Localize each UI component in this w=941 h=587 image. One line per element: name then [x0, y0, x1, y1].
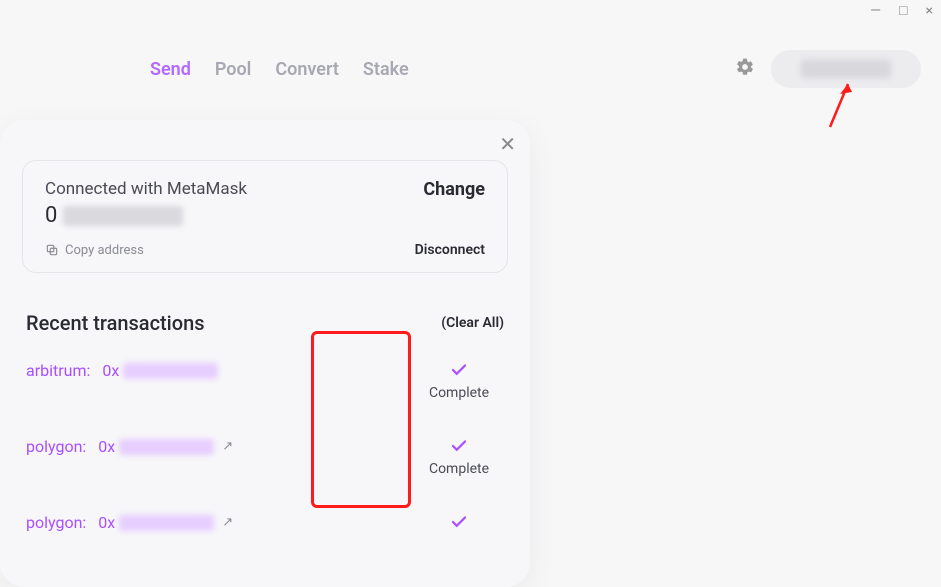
- tx-status: [414, 513, 504, 537]
- tx-hash-redacted: [119, 515, 214, 531]
- account-label-redacted: [801, 60, 891, 78]
- account-pill[interactable]: [771, 50, 921, 88]
- transaction-link[interactable]: arbitrum: 0x: [26, 361, 218, 380]
- main-nav: Send Pool Convert Stake: [150, 59, 409, 80]
- tx-network: arbitrum:: [26, 361, 90, 380]
- tx-status: Complete: [414, 437, 504, 477]
- top-bar: Send Pool Convert Stake: [0, 50, 941, 88]
- close-window-button[interactable]: ×: [926, 4, 933, 18]
- transaction-list: arbitrum: 0x Complete polygon: 0x ↗ Comp…: [22, 361, 508, 587]
- account-modal: ✕ Connected with MetaMask 0 Change Copy …: [0, 120, 530, 587]
- nav-convert[interactable]: Convert: [275, 59, 339, 80]
- tx-status: Complete: [414, 361, 504, 401]
- tx-hash-prefix: 0x: [102, 361, 119, 380]
- recent-title: Recent transactions: [26, 311, 205, 335]
- top-bar-right: [735, 50, 921, 88]
- minimize-button[interactable]: —: [870, 4, 881, 18]
- wallet-address: 0: [45, 203, 247, 228]
- tx-status-label: Complete: [429, 385, 489, 401]
- tx-hash-redacted: [123, 363, 218, 379]
- annotation-arrow: [820, 82, 860, 132]
- transaction-link[interactable]: polygon: 0x ↗: [26, 513, 233, 532]
- address-prefix: 0: [45, 203, 57, 228]
- nav-send[interactable]: Send: [150, 59, 191, 80]
- check-icon: [448, 437, 470, 455]
- transaction-link[interactable]: polygon: 0x ↗: [26, 437, 233, 456]
- check-icon: [448, 513, 470, 531]
- copy-icon: [45, 243, 59, 257]
- tx-hash-redacted: [119, 439, 214, 455]
- recent-header: Recent transactions (Clear All): [22, 311, 508, 335]
- copy-address-button[interactable]: Copy address: [45, 243, 144, 258]
- nav-stake[interactable]: Stake: [363, 59, 409, 80]
- wallet-card: Connected with MetaMask 0 Change Copy ad…: [22, 160, 508, 273]
- connected-with-label: Connected with MetaMask: [45, 179, 247, 199]
- tx-hash-prefix: 0x: [98, 437, 115, 456]
- tx-hash-prefix: 0x: [98, 513, 115, 532]
- external-link-icon: ↗: [222, 439, 233, 454]
- settings-icon[interactable]: [735, 57, 755, 81]
- window-controls: — □ ×: [870, 4, 933, 18]
- address-redacted: [63, 206, 183, 226]
- maximize-button[interactable]: □: [899, 4, 907, 18]
- disconnect-button[interactable]: Disconnect: [415, 242, 485, 258]
- transaction-row: polygon: 0x ↗: [26, 513, 504, 559]
- transaction-row: polygon: 0x ↗ Complete: [26, 437, 504, 483]
- change-wallet-button[interactable]: Change: [423, 179, 485, 200]
- check-icon: [448, 361, 470, 379]
- tx-status-label: Complete: [429, 461, 489, 477]
- copy-address-label: Copy address: [65, 243, 144, 258]
- external-link-icon: ↗: [222, 515, 233, 530]
- nav-pool[interactable]: Pool: [215, 59, 251, 80]
- tx-network: polygon:: [26, 513, 86, 532]
- transaction-row: arbitrum: 0x Complete: [26, 361, 504, 407]
- close-icon[interactable]: ✕: [499, 132, 516, 156]
- clear-all-button[interactable]: (Clear All): [441, 315, 504, 331]
- tx-network: polygon:: [26, 437, 86, 456]
